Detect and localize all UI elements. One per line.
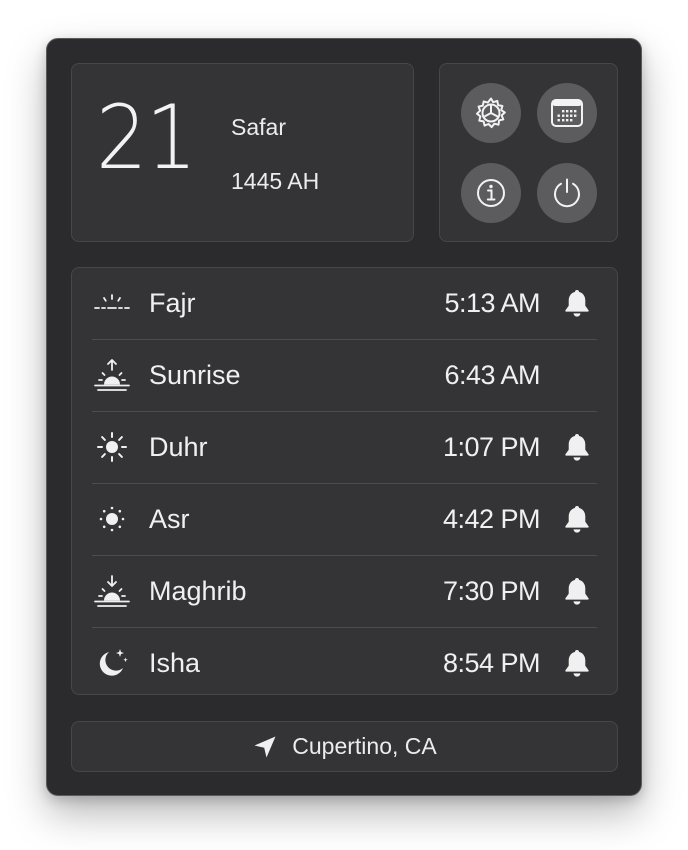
gear-icon (476, 97, 506, 129)
calendar-button[interactable] (537, 83, 597, 143)
prayer-time: 6:43 AM (444, 360, 540, 390)
sunrise-icon (92, 357, 132, 393)
prayer-time: 5:13 AM (444, 288, 540, 318)
prayer-time: 8:54 PM (442, 648, 541, 678)
prayer-name: Sunrise (149, 360, 241, 390)
prayer-row-maghrib: Maghrib 7:30 PM (92, 556, 597, 628)
bell-icon[interactable] (563, 576, 591, 606)
prayer-name: Maghrib (149, 576, 247, 606)
hijri-date-card: 21 Safar 1445 AH (71, 63, 414, 242)
hijri-day: 21 (96, 86, 197, 189)
sun-small-icon (92, 501, 132, 537)
bell-icon[interactable] (563, 288, 591, 318)
location-arrow-icon (254, 736, 276, 757)
bell-icon[interactable] (563, 432, 591, 462)
prayer-times-popover: 21 Safar 1445 AH Fajr 5:13 AM Sunrise 6:… (46, 38, 642, 796)
prayer-name: Duhr (149, 432, 208, 462)
prayer-row-duhr: Duhr 1:07 PM (92, 412, 597, 484)
power-icon (554, 178, 580, 208)
dawn-icon (92, 285, 132, 321)
prayer-name: Asr (149, 504, 190, 534)
hijri-year: 1445 AH (231, 168, 320, 194)
prayer-row-sunrise: Sunrise 6:43 AM (92, 340, 597, 412)
prayer-row-fajr: Fajr 5:13 AM (92, 268, 597, 340)
sun-icon (92, 429, 132, 465)
info-icon (477, 179, 505, 207)
location-button[interactable]: Cupertino, CA (71, 721, 618, 772)
prayer-times-list: Fajr 5:13 AM Sunrise 6:43 AM Duhr 1:07 P… (71, 267, 618, 695)
moon-stars-icon (92, 645, 132, 681)
info-button[interactable] (461, 163, 521, 223)
calendar-icon (551, 99, 583, 127)
power-button[interactable] (537, 163, 597, 223)
prayer-row-isha: Isha 8:54 PM (92, 628, 597, 700)
actions-card (439, 63, 618, 242)
prayer-time: 1:07 PM (442, 432, 541, 462)
prayer-row-asr: Asr 4:42 PM (92, 484, 597, 556)
hijri-month: Safar (231, 114, 286, 140)
prayer-name: Isha (149, 648, 201, 678)
settings-button[interactable] (461, 83, 521, 143)
prayer-name: Fajr (149, 288, 196, 318)
bell-icon[interactable] (563, 648, 591, 678)
prayer-time: 7:30 PM (442, 576, 541, 606)
location-label: Cupertino, CA (292, 733, 437, 759)
prayer-time: 4:42 PM (442, 504, 541, 534)
sunset-icon (92, 573, 132, 609)
bell-icon[interactable] (563, 504, 591, 534)
